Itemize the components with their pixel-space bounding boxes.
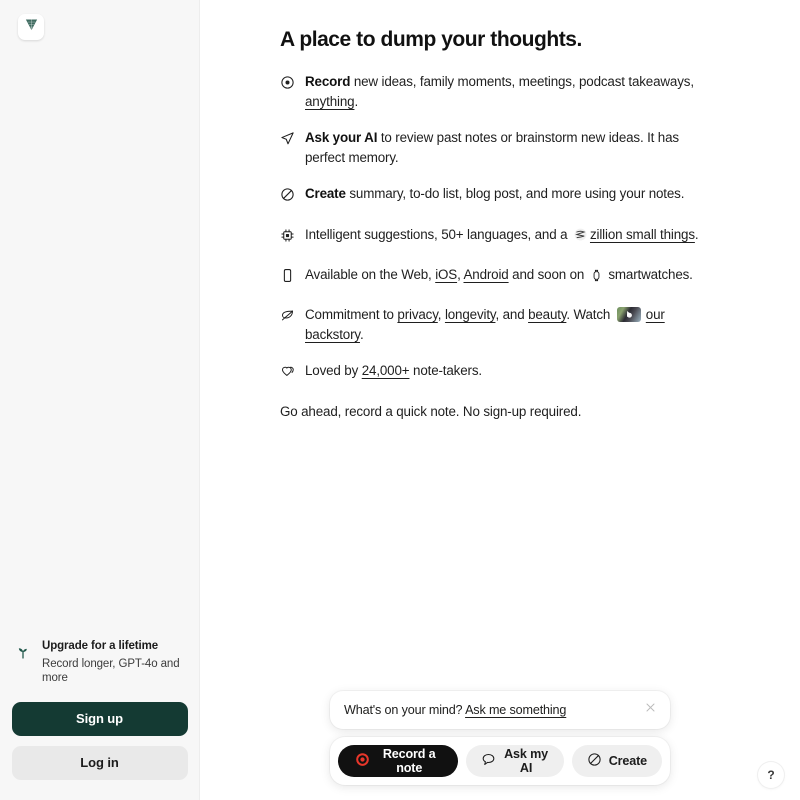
create-label: Create [608, 754, 647, 768]
bottom-dock: What's on your mind? Ask me something Re… [330, 691, 670, 785]
feature-body: Intelligent suggestions, 50+ languages, … [305, 226, 571, 242]
upgrade-title: Upgrade for a lifetime [42, 640, 159, 653]
close-icon[interactable] [644, 701, 658, 719]
feature-body: new ideas, family moments, meetings, pod… [350, 74, 694, 89]
feature-text: Commitment to privacy, longevity, and be… [305, 305, 710, 345]
list-item: Ask your AI to review past notes or brai… [280, 128, 710, 168]
feature-text: Loved by 24,000+ note-takers. [305, 361, 710, 381]
paper-plane-icon [280, 128, 296, 152]
privacy-link[interactable]: privacy [397, 307, 438, 322]
feature-text: Record new ideas, family moments, meetin… [305, 72, 710, 112]
heart-icon [280, 361, 296, 385]
feature-body-end: . [359, 326, 364, 342]
sprout-icon [14, 635, 34, 666]
feature-lead: Ask your AI [305, 130, 378, 146]
upgrade-subtitle: Record longer, GPT-4o and more [42, 657, 180, 685]
upgrade-promo[interactable]: Upgrade for a lifetime Record longer, GP… [0, 635, 199, 686]
ask-bar-text: What's on your mind? Ask me something [344, 703, 644, 717]
help-button[interactable]: ? [758, 762, 784, 788]
feature-body: Available on the Web, [305, 266, 436, 282]
log-in-button[interactable]: Log in [11, 746, 188, 780]
feature-body: summary, to-do list, blog post, and more… [345, 186, 685, 202]
sep: , [437, 306, 445, 322]
feature-body-mid: and soon on [508, 266, 588, 282]
sep2: , and [495, 306, 529, 322]
anything-link[interactable]: anything [305, 94, 355, 109]
zillion-small-things-link[interactable]: zillion small things [590, 227, 695, 242]
mobile-phone-icon [280, 265, 296, 289]
feature-text: Intelligent suggestions, 50+ languages, … [305, 225, 710, 248]
list-item: Intelligent suggestions, 50+ languages, … [280, 225, 710, 249]
android-link[interactable]: Android [463, 267, 508, 282]
leaf-icon [280, 305, 296, 329]
speech-bubble-icon [481, 752, 496, 770]
magic-wand-circle-icon [587, 752, 602, 770]
ask-me-something-link[interactable]: Ask me something [465, 703, 566, 717]
list-item: Loved by 24,000+ note-takers. [280, 361, 710, 385]
action-row: Record a note Ask my AI Create [330, 737, 670, 785]
feature-body-end: . [694, 226, 699, 242]
sidebar-header [0, 0, 199, 40]
video-thumbnail[interactable] [616, 306, 641, 322]
list-item: Create summary, to-do list, blog post, a… [280, 184, 710, 208]
sidebar: Upgrade for a lifetime Record longer, GP… [0, 0, 200, 800]
ask-bar[interactable]: What's on your mind? Ask me something [330, 691, 670, 729]
list-item: Record new ideas, family moments, meetin… [280, 72, 710, 112]
record-a-note-label: Record a note [382, 747, 436, 775]
record-a-note-button[interactable]: Record a note [338, 745, 459, 777]
create-button[interactable]: Create [571, 745, 662, 777]
app-logo[interactable] [18, 14, 44, 40]
feature-body: Commitment to [305, 306, 398, 322]
list-item: Commitment to privacy, longevity, and be… [280, 305, 710, 345]
feature-list: Record new ideas, family moments, meetin… [280, 72, 710, 385]
closing-text: Go ahead, record a quick note. No sign-u… [280, 404, 582, 420]
sign-up-button[interactable]: Sign up [11, 702, 188, 736]
main-content: A place to dump your thoughts. Record ne… [200, 0, 800, 800]
feature-body-mid: . Watch [566, 306, 614, 322]
record-dot-icon [280, 72, 296, 96]
leaf-logo-icon [24, 17, 39, 37]
feature-body-end: note-takers. [409, 362, 482, 378]
app-root: Upgrade for a lifetime Record longer, GP… [0, 0, 800, 800]
longevity-link[interactable]: longevity [445, 307, 496, 322]
feature-text: Available on the Web, iOS, Android and s… [305, 265, 710, 288]
note-takers-count-link[interactable]: 24,000+ [362, 363, 410, 378]
ask-prompt: What's on your mind? [344, 703, 466, 717]
feature-lead: Record [305, 74, 351, 89]
feature-text: Ask your AI to review past notes or brai… [305, 128, 710, 168]
smartwatch-icon [590, 268, 603, 288]
page-title: A place to dump your thoughts. [280, 28, 582, 51]
ask-my-ai-button[interactable]: Ask my AI [466, 745, 564, 777]
record-red-dot-icon [355, 752, 370, 770]
feature-body-end: smartwatches. [604, 266, 693, 282]
list-item: Available on the Web, iOS, Android and s… [280, 265, 710, 289]
feature-text: Create summary, to-do list, blog post, a… [305, 184, 710, 204]
magic-wand-circle-icon [280, 184, 296, 208]
cpu-chip-icon [280, 225, 296, 249]
sphere-icon [573, 227, 588, 248]
feature-body: Loved by [305, 362, 362, 378]
feature-body-end: . [354, 94, 359, 110]
ask-my-ai-label: Ask my AI [504, 747, 548, 775]
feature-lead: Create [305, 186, 346, 202]
upgrade-text: Upgrade for a lifetime Record longer, GP… [42, 635, 185, 686]
ios-link[interactable]: iOS [435, 267, 457, 282]
beauty-link[interactable]: beauty [528, 307, 566, 322]
